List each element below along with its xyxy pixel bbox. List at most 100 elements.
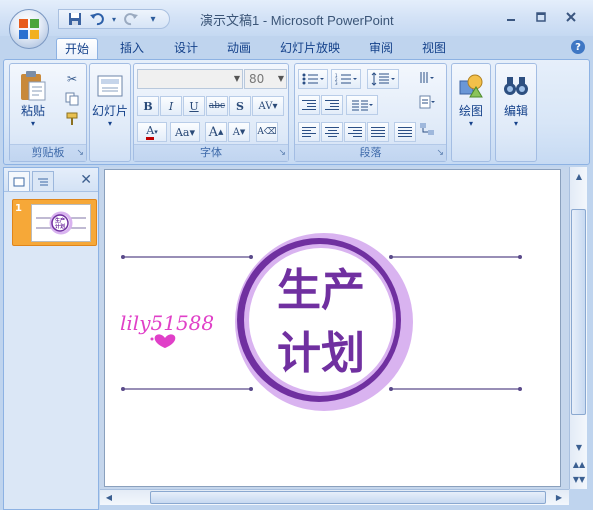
editing-group: 编辑 ▾ [495,63,537,162]
line-endpoint [121,387,125,391]
underline-button[interactable]: U [183,96,205,116]
scroll-down-icon[interactable]: ▼ [571,440,587,454]
editing-label: 编辑 [503,104,528,118]
binoculars-icon [500,70,532,102]
svg-text:3: 3 [335,81,338,85]
slide-number: 1 [15,203,22,214]
increase-indent-button[interactable] [321,95,343,115]
align-right-button[interactable] [344,122,366,142]
clipboard-group-label: 剪贴板 [31,146,65,159]
save-icon[interactable] [67,11,83,27]
clipboard-launcher-icon[interactable]: ↘ [76,148,84,158]
numbering-button[interactable]: 123 [331,69,361,89]
grow-font-button[interactable]: A ▲ [205,122,227,142]
paste-button[interactable]: 粘贴 ▾ [16,70,50,128]
font-name-combo[interactable]: ▼ [137,69,243,89]
drawing-button[interactable]: 绘图 ▾ [452,70,490,128]
vertical-scrollbar[interactable]: ▲ ▼ ▲▲ ▼▼ [569,167,587,489]
clear-formatting-button[interactable]: A⌫ [256,122,278,142]
slide-title-line1: 生产 [277,265,365,316]
svg-text:生产: 生产 [55,217,65,224]
vertical-scroll-thumb[interactable] [571,209,586,415]
horizontal-scroll-thumb[interactable] [150,491,546,504]
paragraph-group-label: 段落 [359,146,382,159]
svg-text:计划: 计划 [55,223,65,230]
maximize-button[interactable] [527,8,555,26]
change-case-button[interactable]: Aa▾ [170,122,200,142]
redo-icon[interactable] [123,11,139,27]
font-color-button[interactable]: A ▾ [137,122,167,142]
text-direction-icon[interactable] [417,69,437,87]
outline-tab-icon[interactable] [32,171,54,191]
new-slide-label: 幻灯片 [91,104,128,118]
decrease-indent-button[interactable] [298,95,320,115]
justify-button[interactable] [367,122,389,142]
strikethrough-button[interactable]: abc [206,96,228,116]
minimize-button[interactable] [497,8,525,26]
align-left-button[interactable] [298,122,320,142]
office-logo-icon [19,19,39,39]
tab-slideshow[interactable]: 幻灯片放映 [272,38,348,60]
tab-home[interactable]: 开始 [56,38,99,60]
line-spacing-button[interactable] [367,69,399,89]
italic-button[interactable]: I [160,96,182,116]
watermark-text: lily51588 [120,311,214,335]
format-painter-icon[interactable] [62,110,82,128]
smartart-icon[interactable] [417,120,437,138]
columns-button[interactable] [346,95,378,115]
slides-pane: ✕ 1 生产 计划 [3,167,99,510]
font-group: ▼ 80 ▼ B I U abc S AV▾ A ▾ Aa▾ A ▲ A ▼ A⌫ 字… [133,63,289,162]
close-button[interactable] [557,8,585,26]
shrink-font-button[interactable]: A ▼ [228,122,250,142]
close-pane-icon[interactable]: ✕ [80,172,92,188]
font-launcher-icon[interactable]: ↘ [278,148,286,158]
shadow-button[interactable]: S [229,96,251,116]
drawing-label: 绘图 [458,104,483,118]
office-button[interactable] [9,9,49,49]
undo-icon[interactable] [89,11,105,27]
bold-button[interactable]: B [137,96,159,116]
font-size-value: 80 [249,72,265,86]
dot-icon [150,337,154,341]
line-endpoint [518,387,522,391]
slides-tab-icon[interactable] [8,171,30,191]
slide-thumbnail[interactable]: 1 生产 计划 [12,199,97,246]
tab-animation[interactable]: 动画 [219,38,259,60]
line-endpoint [249,255,253,259]
slide-title-line2: 计划 [277,328,365,379]
char-spacing-button[interactable]: AV▾ [252,96,284,116]
scroll-left-icon[interactable]: ◀ [102,491,116,504]
align-text-icon[interactable] [417,93,437,111]
tab-design[interactable]: 设计 [166,38,206,60]
scroll-up-icon[interactable]: ▲ [571,169,587,183]
distribute-button[interactable] [394,122,416,142]
ribbon: 粘贴 ▾ ✂ 剪贴板 ↘ 幻灯片 ▾ ▼ 80 ▼ B I U abc S AV… [3,59,590,165]
bullets-button[interactable] [298,69,328,89]
clipboard-group: 粘贴 ▾ ✂ 剪贴板 ↘ [9,63,87,162]
tab-review[interactable]: 审阅 [361,38,401,60]
font-group-label: 字体 [200,146,222,159]
heart-icon [154,334,176,348]
ribbon-tabs: 开始 插入 设计 动画 幻灯片放映 审阅 视图 [0,36,593,60]
customize-icon[interactable]: ▾ [145,11,161,27]
new-slide-button[interactable]: 幻灯片 ▾ [90,70,130,128]
cut-icon[interactable]: ✂ [62,70,82,88]
previous-slide-icon[interactable]: ▲▲ [571,457,587,471]
horizontal-scrollbar[interactable]: ◀ ▶ [100,489,569,505]
next-slide-icon[interactable]: ▼▼ [571,472,587,486]
undo-dropdown-icon[interactable]: ▾ [111,11,117,27]
align-center-button[interactable] [321,122,343,142]
paragraph-launcher-icon[interactable]: ↘ [436,148,444,158]
slide-canvas[interactable]: 生产 计划 lily51588 [104,169,561,487]
paste-icon [17,70,49,102]
shapes-icon [455,70,487,102]
font-size-combo[interactable]: 80 ▼ [244,69,287,89]
help-icon[interactable]: ? [571,40,585,54]
copy-icon[interactable] [62,90,82,108]
drawing-group: 绘图 ▾ [451,63,491,162]
chevron-down-icon: ▼ [277,74,284,83]
scroll-right-icon[interactable]: ▶ [552,491,566,504]
editing-button[interactable]: 编辑 ▾ [496,70,536,128]
tab-insert[interactable]: 插入 [112,38,152,60]
tab-view[interactable]: 视图 [414,38,454,60]
